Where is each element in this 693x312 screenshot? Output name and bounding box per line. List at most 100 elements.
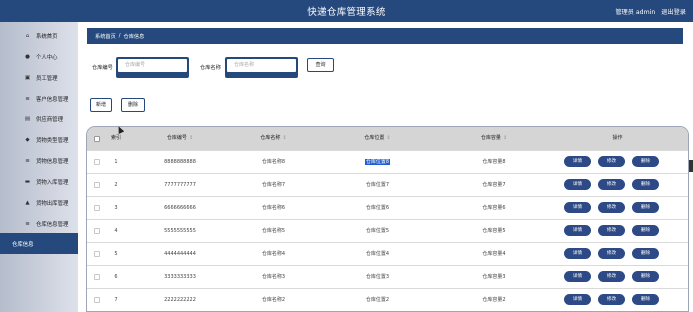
edit-button[interactable]: 修改: [598, 248, 625, 259]
detail-button[interactable]: 详情: [564, 248, 591, 259]
code-search-input[interactable]: 仓库编号: [118, 59, 187, 72]
sidebar-item-label: 货物出库管理: [36, 200, 69, 207]
sidebar-item-label: 货物入库管理: [36, 179, 69, 186]
sidebar-item-label: 客户信息管理: [36, 96, 69, 103]
row-checkbox[interactable]: [94, 228, 100, 234]
cell-name: 仓库名称7: [235, 174, 312, 196]
delete-row-button[interactable]: 删除: [632, 248, 659, 259]
row-checkbox[interactable]: [94, 205, 100, 211]
sidebar-item-label: 供应商管理: [36, 116, 63, 123]
detail-button[interactable]: 详情: [564, 225, 591, 236]
select-all-checkbox[interactable]: [94, 136, 100, 142]
delete-row-button[interactable]: 删除: [632, 271, 659, 282]
breadcrumb-separator: /: [118, 33, 121, 39]
cell-location-text: 仓库位置4: [365, 251, 390, 257]
cell-capacity-text: 仓库容量2: [482, 297, 506, 303]
cell-name: 仓库名称2: [235, 289, 312, 311]
sort-icon[interactable]: ↕: [189, 135, 193, 141]
cell-code: 7777777777: [125, 174, 235, 196]
sort-icon[interactable]: ↕: [503, 135, 507, 141]
table-row[interactable]: 3 6666666666 仓库名称6 仓库位置6 仓库容量6 详情 修改 删除: [87, 196, 688, 219]
query-button[interactable]: 查询: [307, 58, 334, 72]
sidebar-item[interactable]: ▲ 货物出库管理: [0, 192, 78, 213]
delete-row-button[interactable]: 删除: [632, 202, 659, 213]
cell-index-text: 2: [114, 182, 118, 188]
detail-button[interactable]: 详情: [564, 179, 591, 190]
column-header[interactable]: 仓库名称 ↕: [235, 127, 312, 150]
row-checkbox[interactable]: [94, 297, 100, 303]
delete-row-button[interactable]: 删除: [632, 225, 659, 236]
table-header: 索引 仓库编号 ↕ 仓库名称 ↕ 仓库位置 ↕ 仓库容量 ↕ 操作: [87, 127, 688, 150]
sidebar-item[interactable]: ≡ 客户信息管理: [0, 88, 78, 109]
sidebar-item[interactable]: ▬ 货物入库管理: [0, 171, 78, 192]
column-header[interactable]: 仓库容量 ↕: [443, 127, 545, 150]
delete-row-button[interactable]: 删除: [632, 294, 659, 305]
sidebar-item[interactable]: ◆ 货物类型管理: [0, 129, 78, 150]
breadcrumb-home[interactable]: 系统首页: [95, 33, 116, 40]
delete-button[interactable]: 删除: [121, 98, 145, 112]
delete-row-button[interactable]: 删除: [632, 179, 659, 190]
table-row[interactable]: 1 8888888888 仓库名称8 仓库位置8 仓库容量8 详情 修改 删除: [87, 150, 688, 173]
sidebar-item[interactable]: ≡ 货物信息管理: [0, 150, 78, 171]
warehouse-table: 索引 仓库编号 ↕ 仓库名称 ↕ 仓库位置 ↕ 仓库容量 ↕ 操作 1 8888888888 仓库名称8…: [86, 126, 689, 312]
detail-button[interactable]: 详情: [564, 202, 591, 213]
cell-location: 仓库位置2: [312, 289, 443, 311]
cell-capacity: 仓库容量4: [443, 243, 545, 265]
cell-location-text: 仓库位置8: [364, 159, 391, 165]
column-header[interactable]: 仓库位置 ↕: [312, 127, 443, 150]
cell-location-text: 仓库位置6: [365, 205, 390, 211]
table-row[interactable]: 7 2222222222 仓库名称2 仓库位置2 仓库容量2 详情 修改 删除: [87, 288, 688, 311]
edit-button[interactable]: 修改: [598, 179, 625, 190]
id-card-icon: ▣: [24, 74, 31, 81]
cell-code-text: 8888888888: [164, 159, 196, 165]
sidebar-item[interactable]: ▤ 供应商管理: [0, 108, 78, 129]
detail-button[interactable]: 详情: [564, 156, 591, 167]
edit-button[interactable]: 修改: [598, 294, 625, 305]
name-search-input[interactable]: 仓库名称: [227, 59, 296, 72]
cell-code: 6666666666: [125, 197, 235, 219]
sidebar-item[interactable]: ⌂ 系统首页: [0, 25, 78, 46]
edit-button[interactable]: 修改: [598, 202, 625, 213]
detail-button[interactable]: 详情: [564, 294, 591, 305]
user-icon: ●: [25, 53, 30, 60]
scrollbar-thumb[interactable]: [689, 160, 693, 172]
add-button[interactable]: 新增: [90, 98, 112, 112]
table-row[interactable]: 6 3333333333 仓库名称3 仓库位置3 仓库容量3 详情 修改 删除: [87, 265, 688, 288]
sidebar-item[interactable]: 仓库信息: [0, 233, 78, 254]
cell-capacity-text: 仓库容量6: [482, 205, 506, 211]
table-row[interactable]: 4 5555555555 仓库名称5 仓库位置5 仓库容量5 详情 修改 删除: [87, 219, 688, 242]
cell-code-text: 6666666666: [164, 205, 196, 211]
sidebar-item[interactable]: ▣ 员工管理: [0, 67, 78, 88]
edit-button[interactable]: 修改: [598, 225, 625, 236]
table-row[interactable]: 2 7777777777 仓库名称7 仓库位置7 仓库容量7 详情 修改 删除: [87, 173, 688, 196]
detail-button[interactable]: 详情: [564, 271, 591, 282]
cell-capacity: 仓库容量5: [443, 220, 545, 242]
sidebar-item-label: 货物信息管理: [36, 158, 69, 165]
cell-code: 5555555555: [125, 220, 235, 242]
cell-location: 仓库位置5: [312, 220, 443, 242]
cell-index: 7: [107, 289, 125, 311]
cell-name: 仓库名称6: [235, 197, 312, 219]
sidebar-item[interactable]: ● 个人中心: [0, 46, 78, 67]
column-header[interactable]: 仓库编号 ↕: [125, 127, 235, 150]
sidebar-item-label: 仓库信息: [12, 241, 34, 248]
logout-link[interactable]: 退出登录: [661, 9, 686, 16]
cell-capacity-text: 仓库容量3: [482, 274, 506, 280]
row-checkbox[interactable]: [94, 159, 100, 165]
edit-button[interactable]: 修改: [598, 271, 625, 282]
edit-button[interactable]: 修改: [598, 156, 625, 167]
sidebar-item-label: 仓库信息管理: [36, 221, 69, 228]
briefcase-icon: ▤: [24, 115, 31, 122]
sort-icon[interactable]: ↕: [282, 135, 286, 141]
cell-index-text: 6: [114, 274, 118, 280]
sidebar-item[interactable]: ≡ 仓库信息管理: [0, 213, 78, 234]
delete-row-button[interactable]: 删除: [632, 156, 659, 167]
cell-location-text: 仓库位置2: [365, 297, 390, 303]
sort-icon[interactable]: ↕: [386, 135, 390, 141]
row-checkbox[interactable]: [94, 251, 100, 257]
cell-location: 仓库位置4: [312, 243, 443, 265]
table-row[interactable]: 5 4444444444 仓库名称4 仓库位置4 仓库容量4 详情 修改 删除: [87, 242, 688, 265]
row-checkbox[interactable]: [94, 274, 100, 280]
row-checkbox[interactable]: [94, 182, 100, 188]
app-title: 快递仓库管理系统: [307, 7, 386, 18]
